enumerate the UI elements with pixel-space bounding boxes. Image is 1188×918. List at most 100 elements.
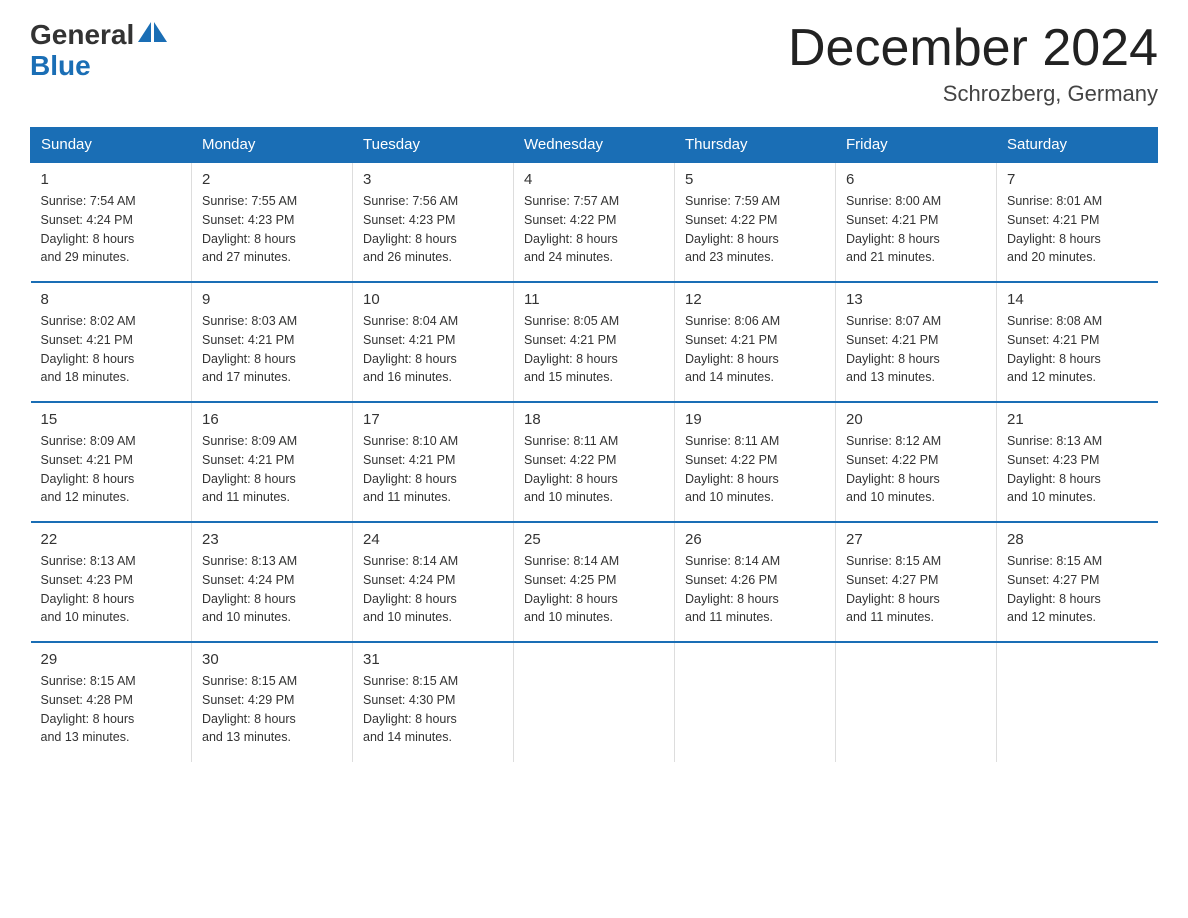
header-day-tuesday: Tuesday <box>353 128 514 163</box>
header-day-wednesday: Wednesday <box>514 128 675 163</box>
day-info: Sunrise: 8:02 AM Sunset: 4:21 PM Dayligh… <box>41 312 182 387</box>
calendar-cell: 28 Sunrise: 8:15 AM Sunset: 4:27 PM Dayl… <box>997 522 1158 642</box>
calendar-cell: 30 Sunrise: 8:15 AM Sunset: 4:29 PM Dayl… <box>192 642 353 762</box>
day-info: Sunrise: 8:11 AM Sunset: 4:22 PM Dayligh… <box>524 432 664 507</box>
calendar-cell: 25 Sunrise: 8:14 AM Sunset: 4:25 PM Dayl… <box>514 522 675 642</box>
day-number: 4 <box>524 171 664 188</box>
day-info: Sunrise: 7:54 AM Sunset: 4:24 PM Dayligh… <box>41 192 182 267</box>
calendar-cell <box>997 642 1158 762</box>
day-info: Sunrise: 8:11 AM Sunset: 4:22 PM Dayligh… <box>685 432 825 507</box>
day-number: 27 <box>846 531 986 548</box>
day-info: Sunrise: 8:14 AM Sunset: 4:25 PM Dayligh… <box>524 552 664 627</box>
day-info: Sunrise: 8:10 AM Sunset: 4:21 PM Dayligh… <box>363 432 503 507</box>
day-info: Sunrise: 8:13 AM Sunset: 4:23 PM Dayligh… <box>1007 432 1148 507</box>
day-number: 12 <box>685 291 825 308</box>
day-info: Sunrise: 8:15 AM Sunset: 4:27 PM Dayligh… <box>846 552 986 627</box>
calendar-cell: 16 Sunrise: 8:09 AM Sunset: 4:21 PM Dayl… <box>192 402 353 522</box>
day-info: Sunrise: 8:15 AM Sunset: 4:28 PM Dayligh… <box>41 672 182 747</box>
day-number: 16 <box>202 411 342 428</box>
calendar-cell: 8 Sunrise: 8:02 AM Sunset: 4:21 PM Dayli… <box>31 282 192 402</box>
day-number: 23 <box>202 531 342 548</box>
calendar-cell: 3 Sunrise: 7:56 AM Sunset: 4:23 PM Dayli… <box>353 162 514 282</box>
calendar-cell: 26 Sunrise: 8:14 AM Sunset: 4:26 PM Dayl… <box>675 522 836 642</box>
header-day-sunday: Sunday <box>31 128 192 163</box>
day-number: 3 <box>363 171 503 188</box>
calendar-cell: 14 Sunrise: 8:08 AM Sunset: 4:21 PM Dayl… <box>997 282 1158 402</box>
day-number: 20 <box>846 411 986 428</box>
calendar-title-area: December 2024 Schrozberg, Germany <box>788 20 1158 107</box>
logo-general-text: General <box>30 20 134 51</box>
day-info: Sunrise: 8:00 AM Sunset: 4:21 PM Dayligh… <box>846 192 986 267</box>
week-row-2: 8 Sunrise: 8:02 AM Sunset: 4:21 PM Dayli… <box>31 282 1158 402</box>
week-row-4: 22 Sunrise: 8:13 AM Sunset: 4:23 PM Dayl… <box>31 522 1158 642</box>
day-number: 9 <box>202 291 342 308</box>
day-number: 1 <box>41 171 182 188</box>
day-header-row: SundayMondayTuesdayWednesdayThursdayFrid… <box>31 128 1158 163</box>
calendar-cell <box>675 642 836 762</box>
location-subtitle: Schrozberg, Germany <box>788 81 1158 107</box>
day-number: 29 <box>41 651 182 668</box>
day-number: 17 <box>363 411 503 428</box>
day-info: Sunrise: 8:09 AM Sunset: 4:21 PM Dayligh… <box>202 432 342 507</box>
calendar-cell: 2 Sunrise: 7:55 AM Sunset: 4:23 PM Dayli… <box>192 162 353 282</box>
calendar-cell: 24 Sunrise: 8:14 AM Sunset: 4:24 PM Dayl… <box>353 522 514 642</box>
day-info: Sunrise: 8:09 AM Sunset: 4:21 PM Dayligh… <box>41 432 182 507</box>
week-row-5: 29 Sunrise: 8:15 AM Sunset: 4:28 PM Dayl… <box>31 642 1158 762</box>
day-number: 26 <box>685 531 825 548</box>
calendar-table: SundayMondayTuesdayWednesdayThursdayFrid… <box>30 127 1158 762</box>
calendar-cell: 20 Sunrise: 8:12 AM Sunset: 4:22 PM Dayl… <box>836 402 997 522</box>
calendar-cell: 12 Sunrise: 8:06 AM Sunset: 4:21 PM Dayl… <box>675 282 836 402</box>
header-day-saturday: Saturday <box>997 128 1158 163</box>
day-number: 22 <box>41 531 182 548</box>
calendar-cell: 6 Sunrise: 8:00 AM Sunset: 4:21 PM Dayli… <box>836 162 997 282</box>
week-row-3: 15 Sunrise: 8:09 AM Sunset: 4:21 PM Dayl… <box>31 402 1158 522</box>
day-info: Sunrise: 8:14 AM Sunset: 4:24 PM Dayligh… <box>363 552 503 627</box>
calendar-cell: 1 Sunrise: 7:54 AM Sunset: 4:24 PM Dayli… <box>31 162 192 282</box>
logo-blue-text: Blue <box>30 50 91 81</box>
day-info: Sunrise: 8:15 AM Sunset: 4:27 PM Dayligh… <box>1007 552 1148 627</box>
calendar-cell: 27 Sunrise: 8:15 AM Sunset: 4:27 PM Dayl… <box>836 522 997 642</box>
day-number: 30 <box>202 651 342 668</box>
header-day-monday: Monday <box>192 128 353 163</box>
day-number: 14 <box>1007 291 1148 308</box>
day-info: Sunrise: 8:08 AM Sunset: 4:21 PM Dayligh… <box>1007 312 1148 387</box>
day-info: Sunrise: 8:15 AM Sunset: 4:29 PM Dayligh… <box>202 672 342 747</box>
day-info: Sunrise: 8:01 AM Sunset: 4:21 PM Dayligh… <box>1007 192 1148 267</box>
calendar-cell: 15 Sunrise: 8:09 AM Sunset: 4:21 PM Dayl… <box>31 402 192 522</box>
day-number: 28 <box>1007 531 1148 548</box>
day-info: Sunrise: 8:04 AM Sunset: 4:21 PM Dayligh… <box>363 312 503 387</box>
day-number: 8 <box>41 291 182 308</box>
day-info: Sunrise: 7:56 AM Sunset: 4:23 PM Dayligh… <box>363 192 503 267</box>
day-number: 24 <box>363 531 503 548</box>
calendar-cell: 5 Sunrise: 7:59 AM Sunset: 4:22 PM Dayli… <box>675 162 836 282</box>
day-info: Sunrise: 8:07 AM Sunset: 4:21 PM Dayligh… <box>846 312 986 387</box>
logo: General Blue <box>30 20 167 82</box>
day-number: 19 <box>685 411 825 428</box>
calendar-cell: 7 Sunrise: 8:01 AM Sunset: 4:21 PM Dayli… <box>997 162 1158 282</box>
day-info: Sunrise: 8:05 AM Sunset: 4:21 PM Dayligh… <box>524 312 664 387</box>
calendar-cell: 13 Sunrise: 8:07 AM Sunset: 4:21 PM Dayl… <box>836 282 997 402</box>
day-number: 13 <box>846 291 986 308</box>
day-number: 18 <box>524 411 664 428</box>
day-number: 6 <box>846 171 986 188</box>
day-number: 5 <box>685 171 825 188</box>
day-info: Sunrise: 7:55 AM Sunset: 4:23 PM Dayligh… <box>202 192 342 267</box>
header-day-thursday: Thursday <box>675 128 836 163</box>
calendar-cell <box>836 642 997 762</box>
day-number: 15 <box>41 411 182 428</box>
calendar-body: 1 Sunrise: 7:54 AM Sunset: 4:24 PM Dayli… <box>31 162 1158 762</box>
calendar-cell: 4 Sunrise: 7:57 AM Sunset: 4:22 PM Dayli… <box>514 162 675 282</box>
calendar-cell: 18 Sunrise: 8:11 AM Sunset: 4:22 PM Dayl… <box>514 402 675 522</box>
calendar-cell: 22 Sunrise: 8:13 AM Sunset: 4:23 PM Dayl… <box>31 522 192 642</box>
header-day-friday: Friday <box>836 128 997 163</box>
day-info: Sunrise: 8:13 AM Sunset: 4:24 PM Dayligh… <box>202 552 342 627</box>
month-year-title: December 2024 <box>788 20 1158 77</box>
day-number: 31 <box>363 651 503 668</box>
calendar-cell: 31 Sunrise: 8:15 AM Sunset: 4:30 PM Dayl… <box>353 642 514 762</box>
calendar-cell: 23 Sunrise: 8:13 AM Sunset: 4:24 PM Dayl… <box>192 522 353 642</box>
calendar-cell <box>514 642 675 762</box>
calendar-header: SundayMondayTuesdayWednesdayThursdayFrid… <box>31 128 1158 163</box>
day-info: Sunrise: 8:13 AM Sunset: 4:23 PM Dayligh… <box>41 552 182 627</box>
calendar-cell: 11 Sunrise: 8:05 AM Sunset: 4:21 PM Dayl… <box>514 282 675 402</box>
calendar-cell: 9 Sunrise: 8:03 AM Sunset: 4:21 PM Dayli… <box>192 282 353 402</box>
